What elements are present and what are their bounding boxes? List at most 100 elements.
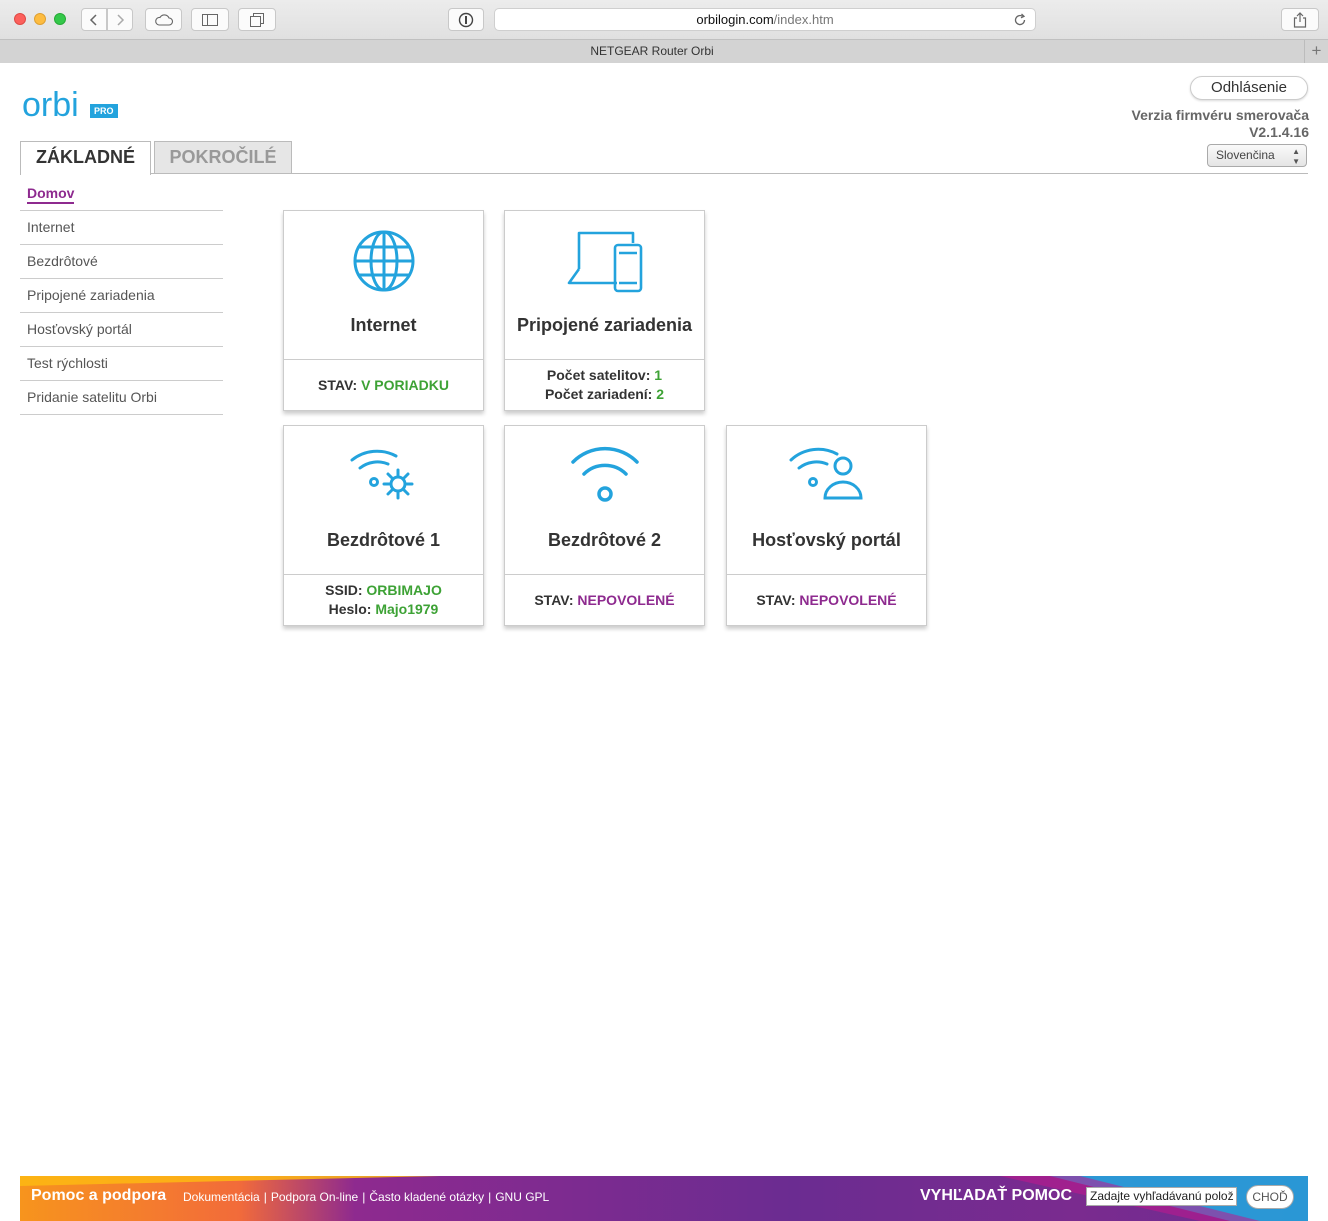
footer-link-faq[interactable]: Často kladené otázky	[369, 1190, 484, 1204]
card-title: Hosťovský portál	[752, 530, 901, 550]
sidebar-icon	[202, 13, 218, 26]
sidebar-item-add-satellite[interactable]: Pridanie satelitu Orbi	[20, 381, 223, 415]
sidebar-item-internet[interactable]: Internet	[20, 211, 223, 245]
password-label: Heslo:	[328, 601, 372, 617]
card-status: STAV: NEPOVOLENÉ	[505, 574, 704, 625]
sidebar-item-attached-devices[interactable]: Pripojené zariadenia	[20, 279, 223, 313]
tab-divider	[20, 173, 1308, 174]
footer-link-gpl[interactable]: GNU GPL	[495, 1190, 549, 1204]
footer-link-documentation[interactable]: Dokumentácia	[183, 1190, 260, 1204]
sidebar-item-home[interactable]: Domov	[20, 177, 223, 211]
devices-label: Počet zariadení:	[544, 386, 653, 402]
search-go-button[interactable]: CHOĎ	[1246, 1185, 1294, 1209]
share-button[interactable]	[1281, 8, 1319, 31]
status-label: STAV:	[318, 376, 358, 393]
tab-advanced[interactable]: POKROČILÉ	[154, 141, 292, 174]
link-separator: |	[263, 1190, 267, 1204]
wifi-guest-icon	[789, 447, 863, 500]
sidebar-item-label: Test rýchlosti	[27, 355, 108, 371]
browser-chrome: orbilogin.com/index.htm NETGEAR Router O…	[0, 0, 1328, 63]
link-separator: |	[362, 1190, 366, 1204]
guest-portal-card[interactable]: Hosťovský portál STAV: NEPOVOLENÉ	[726, 425, 927, 626]
share-icon	[1293, 11, 1307, 28]
sidebar-item-wireless[interactable]: Bezdrôtové	[20, 245, 223, 279]
reader-button[interactable]	[448, 8, 484, 31]
status-label: STAV:	[534, 591, 574, 608]
card-title: Bezdrôtové 1	[326, 530, 441, 550]
footer-link-online-support[interactable]: Podpora On-line	[271, 1190, 358, 1204]
globe-icon	[353, 230, 414, 292]
card-title: Internet	[350, 315, 417, 335]
firmware-version: V2.1.4.16	[1249, 124, 1309, 140]
ssid-value: ORBIMAJO	[366, 582, 442, 598]
wireless1-card[interactable]: Bezdrôtové 1 SSID: ORBIMAJO Heslo: Majo1…	[283, 425, 484, 626]
new-tab-button[interactable]: +	[1304, 40, 1328, 63]
ssid-label: SSID:	[325, 582, 363, 598]
logo-badge: PRO	[90, 104, 118, 118]
browser-toolbar: orbilogin.com/index.htm	[0, 0, 1328, 39]
satellites-label: Počet satelitov:	[546, 367, 651, 383]
orbi-pro-logo: orbi PRO	[22, 86, 118, 124]
status-value: NEPOVOLENÉ	[577, 591, 675, 608]
card-title: Bezdrôtové 2	[547, 530, 662, 550]
tab-basic[interactable]: ZÁKLADNÉ	[20, 141, 151, 175]
info-icon	[458, 12, 474, 27]
status-value: V PORIADKU	[361, 376, 449, 393]
firmware-label: Verzia firmvéru smerovača	[1131, 107, 1309, 123]
wifi-icon	[570, 446, 639, 502]
url-host: orbilogin.com	[696, 12, 774, 27]
language-value: Slovenčina	[1216, 148, 1275, 162]
card-title: Pripojené zariadenia	[516, 315, 693, 335]
cloud-icon	[154, 13, 173, 26]
sidebar-item-guest-portal[interactable]: Hosťovský portál	[20, 313, 223, 347]
footer-help-title: Pomoc a podpora	[31, 1187, 167, 1204]
sidebar-item-label: Hosťovský portál	[27, 321, 132, 337]
chevron-left-icon	[89, 13, 97, 26]
password-value: Majo1979	[375, 601, 439, 617]
sidebar-item-label: Domov	[27, 185, 75, 204]
card-status: Počet satelitov: 1 Počet zariadení: 2	[505, 359, 704, 410]
link-separator: |	[488, 1190, 492, 1204]
sidebar-item-label: Bezdrôtové	[27, 253, 98, 269]
sidebar-item-label: Pripojené zariadenia	[27, 287, 155, 303]
search-help-label: VYHĽADAŤ POMOC	[920, 1187, 1072, 1204]
close-window-button[interactable]	[14, 13, 26, 25]
language-select[interactable]: Slovenčina ▲ ▼	[1207, 144, 1307, 167]
sidebar-nav: Domov Internet Bezdrôtové Pripojené zari…	[20, 177, 223, 415]
devices-value: 2	[656, 386, 665, 402]
attached-devices-card[interactable]: Pripojené zariadenia Počet satelitov: 1 …	[504, 210, 705, 411]
card-status: STAV: V PORIADKU	[284, 359, 483, 410]
internet-card[interactable]: Internet STAV: V PORIADKU	[283, 210, 484, 411]
tab-overview-button[interactable]	[238, 8, 276, 31]
sidebar-item-label: Pridanie satelitu Orbi	[27, 389, 157, 405]
zoom-window-button[interactable]	[54, 13, 66, 25]
card-status: STAV: NEPOVOLENÉ	[727, 574, 926, 625]
url-path: /index.htm	[773, 12, 834, 27]
card-status: SSID: ORBIMAJO Heslo: Majo1979	[284, 574, 483, 625]
chevron-right-icon	[117, 13, 125, 26]
sidebar-item-speed-test[interactable]: Test rýchlosti	[20, 347, 223, 381]
satellites-value: 1	[654, 367, 663, 383]
status-label: STAV:	[756, 591, 796, 608]
wifi-settings-icon	[350, 449, 413, 500]
wireless2-card[interactable]: Bezdrôtové 2 STAV: NEPOVOLENÉ	[504, 425, 705, 626]
address-bar[interactable]: orbilogin.com/index.htm	[494, 8, 1036, 31]
minimize-window-button[interactable]	[34, 13, 46, 25]
logout-button[interactable]: Odhlásenie	[1190, 76, 1308, 100]
sidebar-toggle-button[interactable]	[191, 8, 229, 31]
browser-tab-bar: NETGEAR Router Orbi +	[0, 39, 1328, 63]
help-search-input[interactable]: Zadajte vyhľadávanú polož	[1086, 1187, 1237, 1206]
laptop-phone-icon	[567, 231, 642, 293]
footer-links: Dokumentácia | Podpora On-line | Často klade…	[183, 1190, 549, 1204]
back-button[interactable]	[81, 8, 107, 31]
sidebar-item-label: Internet	[27, 219, 75, 235]
icloud-tabs-button[interactable]	[145, 8, 182, 31]
reload-icon[interactable]	[1013, 13, 1027, 27]
tabs-icon	[250, 12, 264, 27]
help-footer: Pomoc a podpora Dokumentácia | Podpora On-…	[20, 1176, 1308, 1221]
logo-text: orbi	[22, 86, 79, 124]
browser-tab[interactable]: NETGEAR Router Orbi	[0, 40, 1304, 63]
forward-button[interactable]	[107, 8, 133, 31]
status-value: NEPOVOLENÉ	[799, 591, 897, 608]
select-arrows-icon: ▲ ▼	[1292, 147, 1300, 166]
